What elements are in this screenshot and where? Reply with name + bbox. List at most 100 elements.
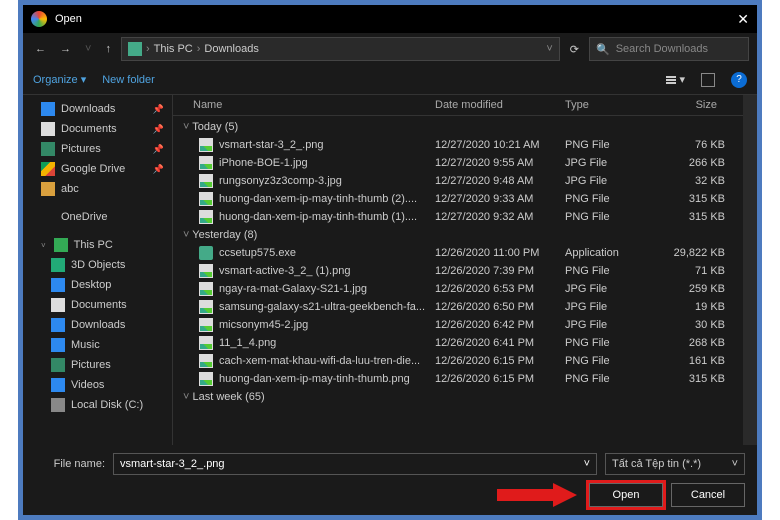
titlebar: Open ✕ (23, 5, 757, 33)
folder-icon (128, 42, 142, 56)
pc-icon (54, 238, 68, 252)
cancel-button[interactable]: Cancel (671, 483, 745, 507)
refresh-button[interactable]: ⟳ (566, 39, 583, 60)
file-row[interactable]: 11_1_4.png12/26/2020 6:41 PMPNG File268 … (173, 334, 743, 352)
dsk2-icon (51, 398, 65, 412)
file-row[interactable]: ngay-ra-mat-Galaxy-S21-1.jpg12/26/2020 6… (173, 280, 743, 298)
chevron-down-icon[interactable]: ˅ (546, 43, 552, 55)
file-icon (199, 372, 213, 386)
back-button[interactable]: ← (31, 41, 50, 57)
newfolder-button[interactable]: New folder (102, 74, 155, 86)
pin-icon: 📌 (153, 144, 164, 155)
file-row[interactable]: micsonym45-2.jpg12/26/2020 6:42 PMJPG Fi… (173, 316, 743, 334)
breadcrumb[interactable]: › This PC › Downloads ˅ (121, 37, 560, 61)
footer: File name: vsmart-star-3_2_.png ˅ Tất cả… (23, 445, 757, 515)
file-icon (199, 318, 213, 332)
file-row[interactable]: vsmart-active-3_2_ (1).png12/26/2020 7:3… (173, 262, 743, 280)
sidebar-item[interactable]: Documents (23, 295, 172, 315)
file-icon (199, 156, 213, 170)
dl-icon (51, 318, 65, 332)
col-size[interactable]: Size (655, 99, 735, 111)
col-name[interactable]: Name (193, 99, 435, 111)
sidebar-item[interactable]: Videos (23, 375, 172, 395)
column-header: Name Date modified Type Size (173, 95, 743, 116)
file-icon (199, 210, 213, 224)
recent-dropdown[interactable]: ˅ (81, 41, 95, 57)
sidebar: Downloads📌Documents📌Pictures📌Google Driv… (23, 95, 173, 445)
open-dialog: Open ✕ ← → ˅ ↑ › This PC › Downloads ˅ ⟳… (23, 5, 757, 515)
search-input[interactable]: 🔍 Search Downloads (589, 37, 749, 61)
file-row[interactable]: vsmart-star-3_2_.png12/27/2020 10:21 AMP… (173, 136, 743, 154)
pin-icon: 📌 (153, 164, 164, 175)
file-row[interactable]: rungsonyz3z3comp-3.jpg12/27/2020 9:48 AM… (173, 172, 743, 190)
sidebar-item[interactable]: Desktop (23, 275, 172, 295)
group-header[interactable]: ˅ Yesterday (8) (173, 226, 743, 244)
file-row[interactable]: cach-xem-mat-khau-wifi-da-luu-tren-die..… (173, 352, 743, 370)
sidebar-item[interactable]: ˅This PC (23, 235, 172, 255)
chevron-down-icon[interactable]: ˅ (584, 458, 590, 470)
preview-button[interactable] (701, 73, 715, 87)
file-icon (199, 300, 213, 314)
chrome-icon (31, 11, 47, 27)
search-icon: 🔍 (596, 43, 610, 56)
filetype-filter[interactable]: Tất cả Tệp tin (*.*) ˅ (605, 453, 745, 475)
sidebar-item[interactable]: Pictures (23, 355, 172, 375)
sidebar-item[interactable]: Documents📌 (23, 119, 172, 139)
sidebar-item[interactable]: Local Disk (C:) (23, 395, 172, 415)
mus-icon (51, 338, 65, 352)
sidebar-item[interactable]: OneDrive (23, 207, 172, 227)
file-row[interactable]: huong-dan-xem-ip-may-tinh-thumb.png12/26… (173, 370, 743, 388)
file-icon (199, 192, 213, 206)
filename-label: File name: (35, 458, 105, 470)
chevron-right-icon: › (146, 43, 150, 55)
file-icon (199, 246, 213, 260)
dsk-icon (51, 278, 65, 292)
view-button[interactable]: ▾ (666, 73, 685, 86)
open-button[interactable]: Open (589, 483, 663, 507)
chevron-down-icon[interactable]: ˅ (732, 458, 738, 470)
file-row[interactable]: huong-dan-xem-ip-may-tinh-thumb (2)....1… (173, 190, 743, 208)
sidebar-item[interactable]: Google Drive📌 (23, 159, 172, 179)
sidebar-item[interactable]: Music (23, 335, 172, 355)
navbar: ← → ˅ ↑ › This PC › Downloads ˅ ⟳ 🔍 Sear… (23, 33, 757, 65)
dialog-title: Open (55, 13, 737, 25)
forward-button[interactable]: → (56, 41, 75, 57)
od-icon (41, 210, 55, 224)
pic-icon (51, 358, 65, 372)
filename-input[interactable]: vsmart-star-3_2_.png ˅ (113, 453, 597, 475)
col-date[interactable]: Date modified (435, 99, 565, 111)
organize-button[interactable]: Organize ▾ (33, 73, 86, 86)
file-row[interactable]: ccsetup575.exe12/26/2020 11:00 PMApplica… (173, 244, 743, 262)
sidebar-item[interactable]: Pictures📌 (23, 139, 172, 159)
chevron-right-icon: › (197, 43, 201, 55)
breadcrumb-item[interactable]: Downloads (204, 43, 258, 55)
gd-icon (41, 162, 55, 176)
file-icon (199, 336, 213, 350)
search-placeholder: Search Downloads (616, 43, 708, 55)
doc-icon (51, 298, 65, 312)
pin-icon: 📌 (153, 124, 164, 135)
sidebar-item[interactable]: abc (23, 179, 172, 199)
file-list: ˅ Today (5)vsmart-star-3_2_.png12/27/202… (173, 116, 743, 445)
sidebar-item[interactable]: 3D Objects (23, 255, 172, 275)
obj-icon (51, 258, 65, 272)
breadcrumb-item[interactable]: This PC (154, 43, 193, 55)
sidebar-item[interactable]: Downloads (23, 315, 172, 335)
highlight-arrow (497, 483, 577, 507)
group-header[interactable]: ˅ Today (5) (173, 118, 743, 136)
file-row[interactable]: huong-dan-xem-ip-may-tinh-thumb (1)....1… (173, 208, 743, 226)
up-button[interactable]: ↑ (101, 41, 115, 57)
group-header[interactable]: ˅ Last week (65) (173, 388, 743, 406)
help-icon[interactable]: ? (731, 72, 747, 88)
fld-icon (41, 182, 55, 196)
col-type[interactable]: Type (565, 99, 655, 111)
doc-icon (41, 122, 55, 136)
scrollbar[interactable] (743, 95, 757, 445)
file-icon (199, 174, 213, 188)
file-row[interactable]: iPhone-BOE-1.jpg12/27/2020 9:55 AMJPG Fi… (173, 154, 743, 172)
file-row[interactable]: samsung-galaxy-s21-ultra-geekbench-fa...… (173, 298, 743, 316)
sidebar-item[interactable]: Downloads📌 (23, 99, 172, 119)
file-icon (199, 282, 213, 296)
close-icon[interactable]: ✕ (737, 11, 749, 28)
file-icon (199, 264, 213, 278)
